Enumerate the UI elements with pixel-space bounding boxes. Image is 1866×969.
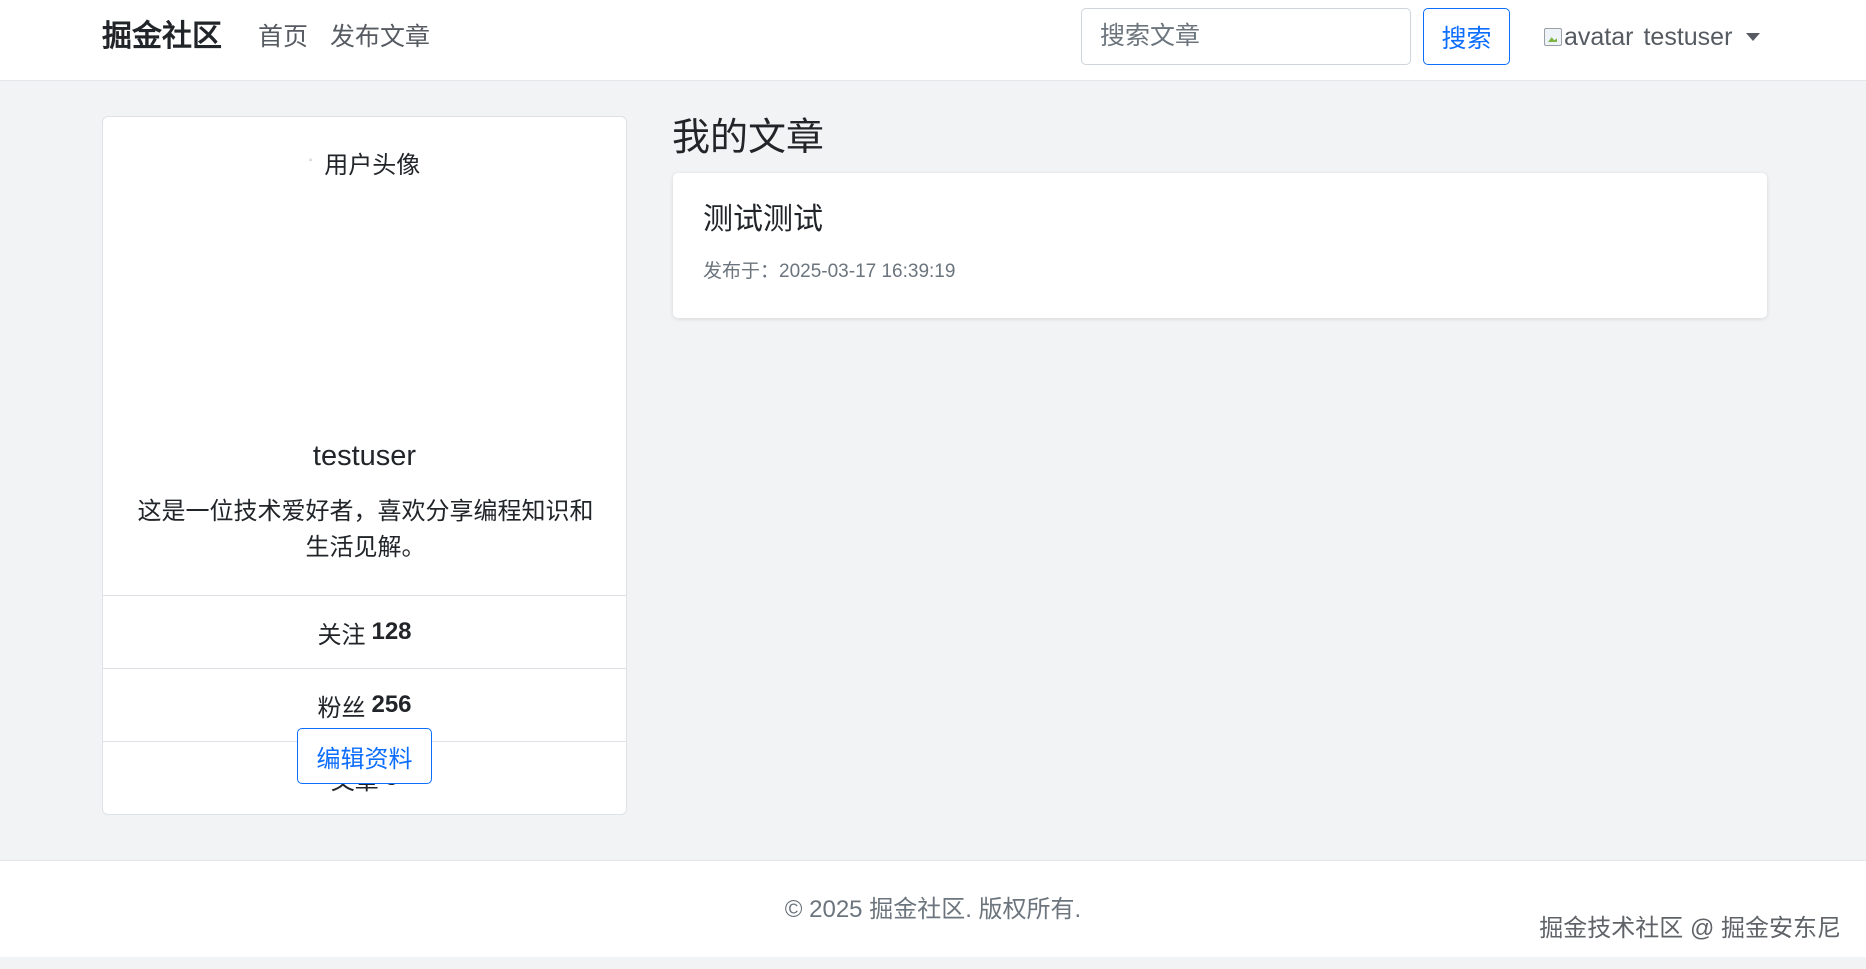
profile-card: ◦ 用户头像 testuser 这是一位技术爱好者，喜欢分享编程知识和生活见解。…: [102, 116, 627, 815]
article-published-label: 发布于：: [703, 261, 780, 282]
article-title[interactable]: 测试测试: [703, 201, 823, 239]
brand-logo[interactable]: 掘金社区: [102, 18, 222, 56]
profile-avatar-alt-text: 用户头像: [324, 152, 421, 179]
search-button[interactable]: 搜索: [1423, 8, 1510, 65]
top-navbar: 掘金社区 首页 发布文章 搜索 avatar testuser: [0, 0, 1866, 81]
edit-profile-button[interactable]: 编辑资料: [297, 728, 432, 784]
article-meta: 发布于： 2025-03-17 16:39:19: [703, 259, 955, 285]
user-dropdown-toggle[interactable]: avatar testuser: [1544, 20, 1761, 54]
stat-following-value: 128: [371, 618, 412, 645]
broken-image-icon: ◦: [308, 155, 313, 166]
stat-following: 关注 128: [103, 595, 626, 668]
profile-avatar: ◦ 用户头像: [103, 145, 626, 295]
broken-image-icon: [1544, 28, 1562, 46]
watermark: 掘金技术社区 @ 掘金安东尼: [1539, 915, 1841, 942]
stat-followers-label: 粉丝: [317, 694, 366, 722]
nav-link-home[interactable]: 首页: [258, 20, 308, 54]
nav-link-publish-article[interactable]: 发布文章: [330, 20, 430, 54]
profile-bio: 这是一位技术爱好者，喜欢分享编程知识和生活见解。: [137, 498, 594, 561]
user-avatar-alt-text: avatar: [1564, 22, 1634, 51]
article-card[interactable]: 测试测试 发布于： 2025-03-17 16:39:19: [673, 173, 1767, 318]
footer: © 2025 掘金社区. 版权所有. 掘金技术社区 @ 掘金安东尼: [0, 860, 1866, 957]
stat-following-label: 关注: [317, 621, 366, 649]
profile-username: testuser: [312, 440, 417, 472]
article-published-date: 2025-03-17 16:39:19: [779, 261, 956, 282]
page-title: 我的文章: [672, 117, 825, 159]
chevron-down-icon: [1746, 33, 1761, 41]
search-input[interactable]: [1081, 8, 1411, 65]
navbar-username: testuser: [1643, 22, 1733, 51]
stat-followers-value: 256: [371, 691, 412, 718]
user-avatar: avatar: [1544, 23, 1633, 52]
